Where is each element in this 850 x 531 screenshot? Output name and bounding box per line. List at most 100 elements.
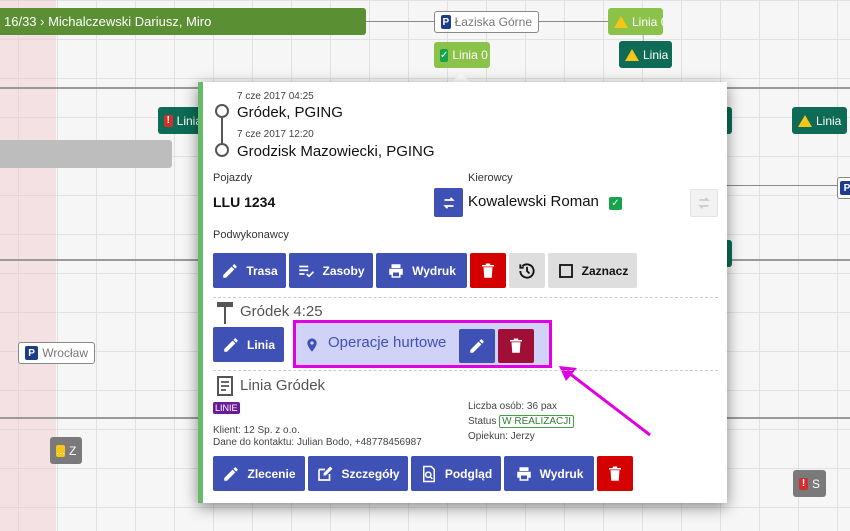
status-label: Status <box>468 416 497 427</box>
stop-chip-wroclaw[interactable]: P Wrocław <box>18 342 95 364</box>
client-info: Klient: 12 Sp. z o.o. <box>213 425 300 436</box>
select-button[interactable]: Zaznacz <box>548 253 637 288</box>
swap-disabled-button[interactable] <box>690 189 718 217</box>
order-title: Linia Gródek <box>240 377 326 394</box>
bulk-operations-label: Operacje hurtowe <box>328 334 447 351</box>
guardian-info: Opiekun: Jerzy <box>468 431 535 442</box>
location-pin-icon <box>307 338 317 352</box>
line-chip[interactable]: ✓ Linia 0 <box>434 42 490 68</box>
subcontractors-label: Podwykonawcy <box>213 229 289 241</box>
status-badge: W REALIZACJI <box>499 415 575 428</box>
order-button[interactable]: Zlecenie <box>213 456 305 491</box>
destination-city: Grodzisk Mazowiecki, PGING <box>237 143 435 160</box>
route-button-label: Trasa <box>246 263 278 278</box>
stop-title: Gródek 4:25 <box>240 303 323 320</box>
printer-icon <box>389 263 403 278</box>
line-chip-label: Linia 0 <box>452 48 488 62</box>
route-button[interactable]: Trasa <box>213 253 286 288</box>
trash-icon <box>482 263 494 278</box>
warning-icon <box>798 114 812 127</box>
note-chip-label: S <box>811 476 820 491</box>
origin-marker-icon <box>215 104 229 118</box>
details-button[interactable]: Szczegóły <box>308 456 408 491</box>
line-chip-label: Linia <box>816 113 842 128</box>
message-icon: … <box>56 444 65 457</box>
vehicles-label: Pojazdy <box>213 172 253 184</box>
annotation-arrow <box>559 366 651 437</box>
delete-order-button[interactable] <box>597 456 633 491</box>
line-chip[interactable]: Linia <box>792 107 847 134</box>
route-bar-label: 16/33 › Michalczewski Dariusz, Miro <box>4 14 212 29</box>
vehicle-plate[interactable]: LLU 1234 <box>213 194 275 210</box>
line-chip[interactable]: Linia 0 <box>608 8 663 35</box>
origin-city: Gródek, PGING <box>237 104 343 121</box>
origin-time: 7 cze 2017 04:25 <box>237 91 314 102</box>
resources-button[interactable]: Zasoby <box>289 253 373 288</box>
line-button[interactable]: Linia <box>213 327 284 362</box>
connector-line <box>727 185 850 186</box>
printer-icon <box>516 466 531 481</box>
weekend-column <box>0 0 56 531</box>
route-bar-empty[interactable] <box>0 140 172 168</box>
history-button[interactable] <box>509 253 545 288</box>
trash-icon <box>609 466 621 481</box>
parking-icon: P <box>840 181 850 195</box>
edit-box-icon <box>318 466 333 481</box>
document-icon <box>217 376 233 396</box>
driver-confirmed-icon: ✓ <box>609 197 622 210</box>
checklist-icon <box>299 265 315 277</box>
pencil-icon <box>224 337 238 352</box>
bulk-delete-button[interactable] <box>498 329 534 363</box>
note-chip[interactable]: ! S <box>793 470 826 497</box>
warning-icon <box>614 15 628 28</box>
select-button-label: Zaznacz <box>581 263 629 278</box>
divider <box>213 370 718 371</box>
destination-marker-icon <box>215 143 229 157</box>
print-button[interactable]: Wydruk <box>376 253 467 288</box>
swap-icon <box>442 196 455 209</box>
stop-chip-laziska[interactable]: P Łaziska Górne <box>434 11 539 33</box>
check-icon: ✓ <box>440 48 449 62</box>
warning-icon <box>625 48 639 61</box>
delete-button[interactable] <box>470 253 506 288</box>
print-button-label: Wydruk <box>412 263 456 278</box>
drivers-label: Kierowcy <box>468 172 513 184</box>
stop-chip[interactable]: P <box>837 177 850 199</box>
checkbox-icon <box>558 263 573 278</box>
bus-stop-sign-icon <box>217 302 233 324</box>
line-chip[interactable]: Linia <box>619 41 672 68</box>
print-order-button-label: Wydruk <box>539 466 584 481</box>
bulk-operations-panel: Operacje hurtowe <box>293 320 552 368</box>
details-button-label: Szczegóły <box>341 466 400 481</box>
alert-message-icon: ! <box>164 114 173 127</box>
status-row: Status W REALIZACJI <box>468 415 575 428</box>
resources-button-label: Zasoby <box>322 263 365 278</box>
route-bar[interactable]: 16/33 › Michalczewski Dariusz, Miro <box>0 8 366 35</box>
stop-chip-label: Wrocław <box>42 346 88 360</box>
bulk-edit-button[interactable] <box>459 329 495 363</box>
history-icon <box>519 262 535 279</box>
preview-button-label: Podgląd <box>444 466 493 481</box>
alert-message-icon: ! <box>799 477 808 490</box>
stop-chip-label: Łaziska Górne <box>454 15 532 29</box>
document-search-icon <box>422 465 435 482</box>
parking-icon: P <box>25 346 39 360</box>
line-chip-label: Linia 0 <box>632 14 663 29</box>
print-order-button[interactable]: Wydruk <box>504 456 594 491</box>
parking-icon: P <box>441 15 451 29</box>
driver-name[interactable]: Kowalewski Roman <box>468 193 599 210</box>
contact-info: Dane do kontaktu: Julian Bodo, +48778456… <box>213 437 422 448</box>
divider <box>213 297 718 298</box>
swap-driver-button[interactable] <box>434 188 463 217</box>
preview-button[interactable]: Podgląd <box>411 456 501 491</box>
persons-count: Liczba osób: 36 pax <box>468 401 557 412</box>
pencil-icon <box>223 263 238 278</box>
route-connector <box>221 118 223 143</box>
swap-icon <box>698 197 710 209</box>
trash-icon <box>510 338 522 353</box>
note-chip-label: Z <box>69 443 77 458</box>
note-chip[interactable]: … Z <box>50 437 82 464</box>
linie-badge: LINIE <box>213 402 240 414</box>
line-button-label: Linia <box>246 337 275 352</box>
pencil-icon <box>470 339 484 353</box>
